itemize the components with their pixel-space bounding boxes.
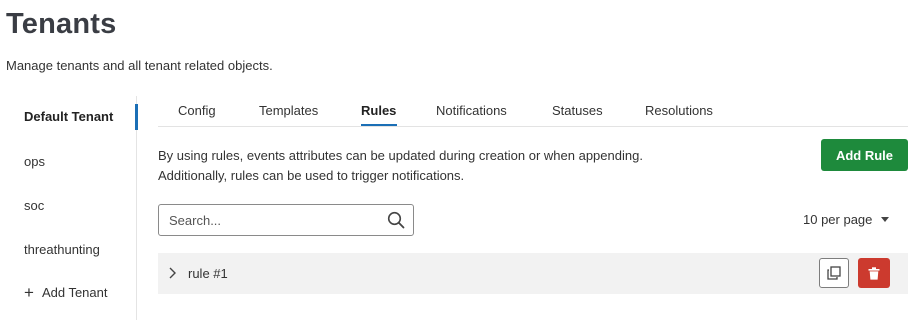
sidebar-item-ops[interactable]: ops: [24, 154, 45, 169]
rule-label: rule #1: [188, 266, 228, 281]
trash-icon: [868, 266, 880, 280]
sidebar-item-soc[interactable]: soc: [24, 198, 44, 213]
active-tenant-indicator: [135, 104, 138, 130]
page-title: Tenants: [6, 8, 117, 40]
tab-rules[interactable]: Rules: [361, 103, 396, 118]
add-tenant-label: Add Tenant: [41, 285, 108, 300]
page-subtitle: Manage tenants and all tenant related ob…: [6, 58, 273, 73]
per-page-label: 10 per page: [803, 212, 873, 227]
tenant-sidebar: Default Tenant ops soc threathunting + A…: [0, 96, 138, 320]
add-tenant-button[interactable]: + Add Tenant: [24, 283, 108, 302]
rules-description-line1: By using rules, events attributes can be…: [158, 148, 643, 163]
search-box: [158, 204, 414, 236]
copy-icon: [827, 266, 841, 280]
search-icon[interactable]: [387, 211, 405, 229]
rules-description: By using rules, events attributes can be…: [158, 146, 643, 186]
delete-rule-button[interactable]: [858, 258, 890, 288]
tab-notifications[interactable]: Notifications: [436, 103, 507, 118]
caret-down-icon: [881, 217, 890, 222]
plus-icon: +: [24, 283, 34, 302]
add-rule-button[interactable]: Add Rule: [821, 139, 908, 171]
search-input[interactable]: [169, 212, 387, 228]
tab-statuses[interactable]: Statuses: [552, 103, 603, 118]
sidebar-item-threathunting[interactable]: threathunting: [24, 242, 100, 257]
rule-row[interactable]: rule #1: [158, 253, 908, 294]
copy-rule-button[interactable]: [819, 258, 849, 288]
tab-templates[interactable]: Templates: [259, 103, 318, 118]
tab-config[interactable]: Config: [178, 103, 216, 118]
per-page-select[interactable]: 10 per page: [803, 212, 890, 227]
sidebar-item-default-tenant[interactable]: Default Tenant: [24, 109, 113, 124]
rules-description-line2: Additionally, rules can be used to trigg…: [158, 168, 465, 183]
active-tab-underline: [361, 124, 397, 126]
tenant-tabs: Config Templates Rules Notifications Sta…: [158, 96, 908, 127]
chevron-right-icon[interactable]: [168, 266, 178, 280]
tab-resolutions[interactable]: Resolutions: [645, 103, 713, 118]
